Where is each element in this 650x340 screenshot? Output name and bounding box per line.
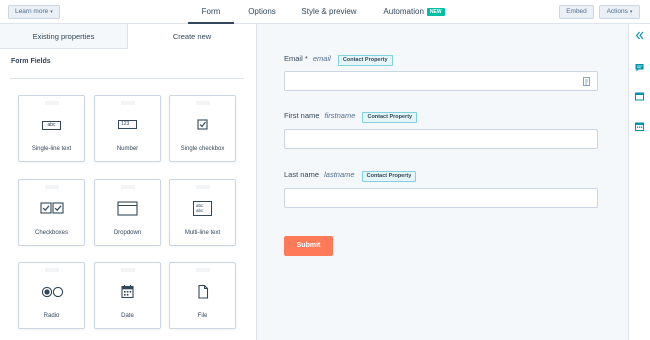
radio-icon: [19, 284, 84, 300]
divider: [10, 78, 244, 79]
tab-existing-properties[interactable]: Existing properties: [0, 24, 128, 49]
drag-handle-icon[interactable]: [196, 185, 210, 189]
calendar-icon: [95, 284, 160, 300]
drag-handle-icon[interactable]: [45, 101, 59, 105]
actions-label: Actions: [606, 8, 628, 15]
field-card-radio[interactable]: Radio: [18, 262, 85, 329]
new-badge: NEW: [426, 8, 445, 16]
abc-glyph: abc: [196, 208, 204, 213]
submit-button[interactable]: Submit: [284, 236, 333, 256]
submit-label: Submit: [296, 242, 321, 249]
tab-create-new-label: Create new: [172, 32, 212, 41]
internal-name: email: [312, 54, 331, 63]
tab-options-label: Options: [248, 7, 276, 16]
internal-name: lastname: [324, 170, 355, 179]
contact-property-badge: Contact Property: [362, 112, 418, 123]
email-field[interactable]: [284, 71, 598, 91]
drag-handle-icon[interactable]: [121, 185, 135, 189]
form-fields-heading: Form Fields: [11, 58, 51, 65]
tab-existing-properties-label: Existing properties: [32, 32, 95, 41]
field-card-single-line-text[interactable]: abc Single-line text: [18, 95, 85, 162]
embed-label: Embed: [566, 8, 587, 15]
tab-form[interactable]: Form: [188, 0, 234, 24]
field-card-dropdown[interactable]: Dropdown: [94, 179, 161, 246]
field-card-label: Radio: [43, 313, 60, 319]
drag-handle-icon[interactable]: [45, 185, 59, 189]
single-line-text-icon: abc: [19, 117, 84, 133]
form-editor-canvas: Email * email Contact Property First nam…: [257, 24, 628, 340]
email-label: Email: [284, 54, 303, 63]
internal-name: firstname: [324, 111, 356, 120]
embed-button[interactable]: Embed: [559, 5, 594, 19]
lastname-field[interactable]: [284, 188, 598, 208]
firstname-field-label[interactable]: First name firstname Contact Property: [284, 111, 418, 123]
checkboxes-icon: [19, 201, 84, 217]
firstname-label: First name: [284, 111, 320, 120]
field-card-label: Single-line text: [31, 146, 72, 152]
tab-create-new[interactable]: Create new: [128, 24, 256, 49]
learn-more-label: Learn more: [15, 8, 49, 15]
contact-property-badge: Contact Property: [337, 55, 393, 66]
firstname-field[interactable]: [284, 129, 598, 149]
contact-property-badge: Contact Property: [361, 171, 417, 182]
number-glyph: 123: [118, 120, 137, 129]
abc-glyph: abc: [42, 121, 61, 130]
email-field-label[interactable]: Email * email Contact Property: [284, 54, 393, 66]
caret-down-icon: ▾: [50, 9, 53, 15]
field-card-number[interactable]: 123 Number: [94, 95, 161, 162]
field-card-label: Single checkbox: [180, 146, 225, 152]
collapse-chevrons-icon[interactable]: [634, 30, 645, 41]
layout-icon[interactable]: [634, 91, 645, 102]
field-card-checkboxes[interactable]: Checkboxes: [18, 179, 85, 246]
field-card-label: File: [197, 313, 208, 319]
field-card-label: Number: [116, 146, 139, 152]
field-card-label: Dropdown: [113, 230, 142, 236]
checkbox-icon: [170, 117, 235, 133]
field-card-label: Checkboxes: [34, 230, 69, 236]
field-card-label: Multi-line text: [184, 230, 221, 236]
autofill-card-icon[interactable]: [583, 77, 590, 86]
tab-form-label: Form: [201, 7, 221, 16]
dropdown-icon: [95, 201, 160, 217]
field-card-file[interactable]: File: [169, 262, 236, 329]
tab-style-preview[interactable]: Style & preview: [297, 0, 361, 24]
field-card-date[interactable]: Date: [94, 262, 161, 329]
actions-button[interactable]: Actions ▾: [599, 5, 640, 19]
required-mark: *: [304, 54, 308, 63]
drag-handle-icon[interactable]: [196, 101, 210, 105]
caret-down-icon: ▾: [629, 9, 633, 15]
tab-options[interactable]: Options: [243, 0, 281, 24]
field-card-single-checkbox[interactable]: Single checkbox: [169, 95, 236, 162]
right-sidebar-rail: [628, 24, 650, 340]
top-navigation-bar: Learn more ▾ Form Options Style & preview…: [0, 0, 650, 24]
lastname-label: Last name: [284, 170, 320, 179]
tab-automation[interactable]: Automation NEW: [378, 0, 450, 24]
multi-line-glyph: abc abc: [193, 201, 212, 216]
field-card-multi-line-text[interactable]: abc abc Multi-line text: [169, 179, 236, 246]
tab-automation-label: Automation: [383, 7, 424, 16]
field-palette-panel: Existing properties Create new Form Fiel…: [0, 24, 257, 340]
drag-handle-icon[interactable]: [196, 268, 210, 272]
drag-handle-icon[interactable]: [121, 101, 135, 105]
lastname-field-label[interactable]: Last name lastname Contact Property: [284, 170, 417, 182]
tab-style-preview-label: Style & preview: [301, 7, 357, 16]
comment-icon[interactable]: [634, 62, 645, 73]
learn-more-button[interactable]: Learn more ▾: [8, 5, 60, 19]
multi-line-text-icon: abc abc: [170, 201, 235, 217]
drag-handle-icon[interactable]: [121, 268, 135, 272]
calendar-icon[interactable]: [634, 121, 645, 132]
file-icon: [170, 284, 235, 300]
number-icon: 123: [95, 117, 160, 133]
field-card-label: Date: [121, 313, 134, 319]
drag-handle-icon[interactable]: [45, 268, 59, 272]
